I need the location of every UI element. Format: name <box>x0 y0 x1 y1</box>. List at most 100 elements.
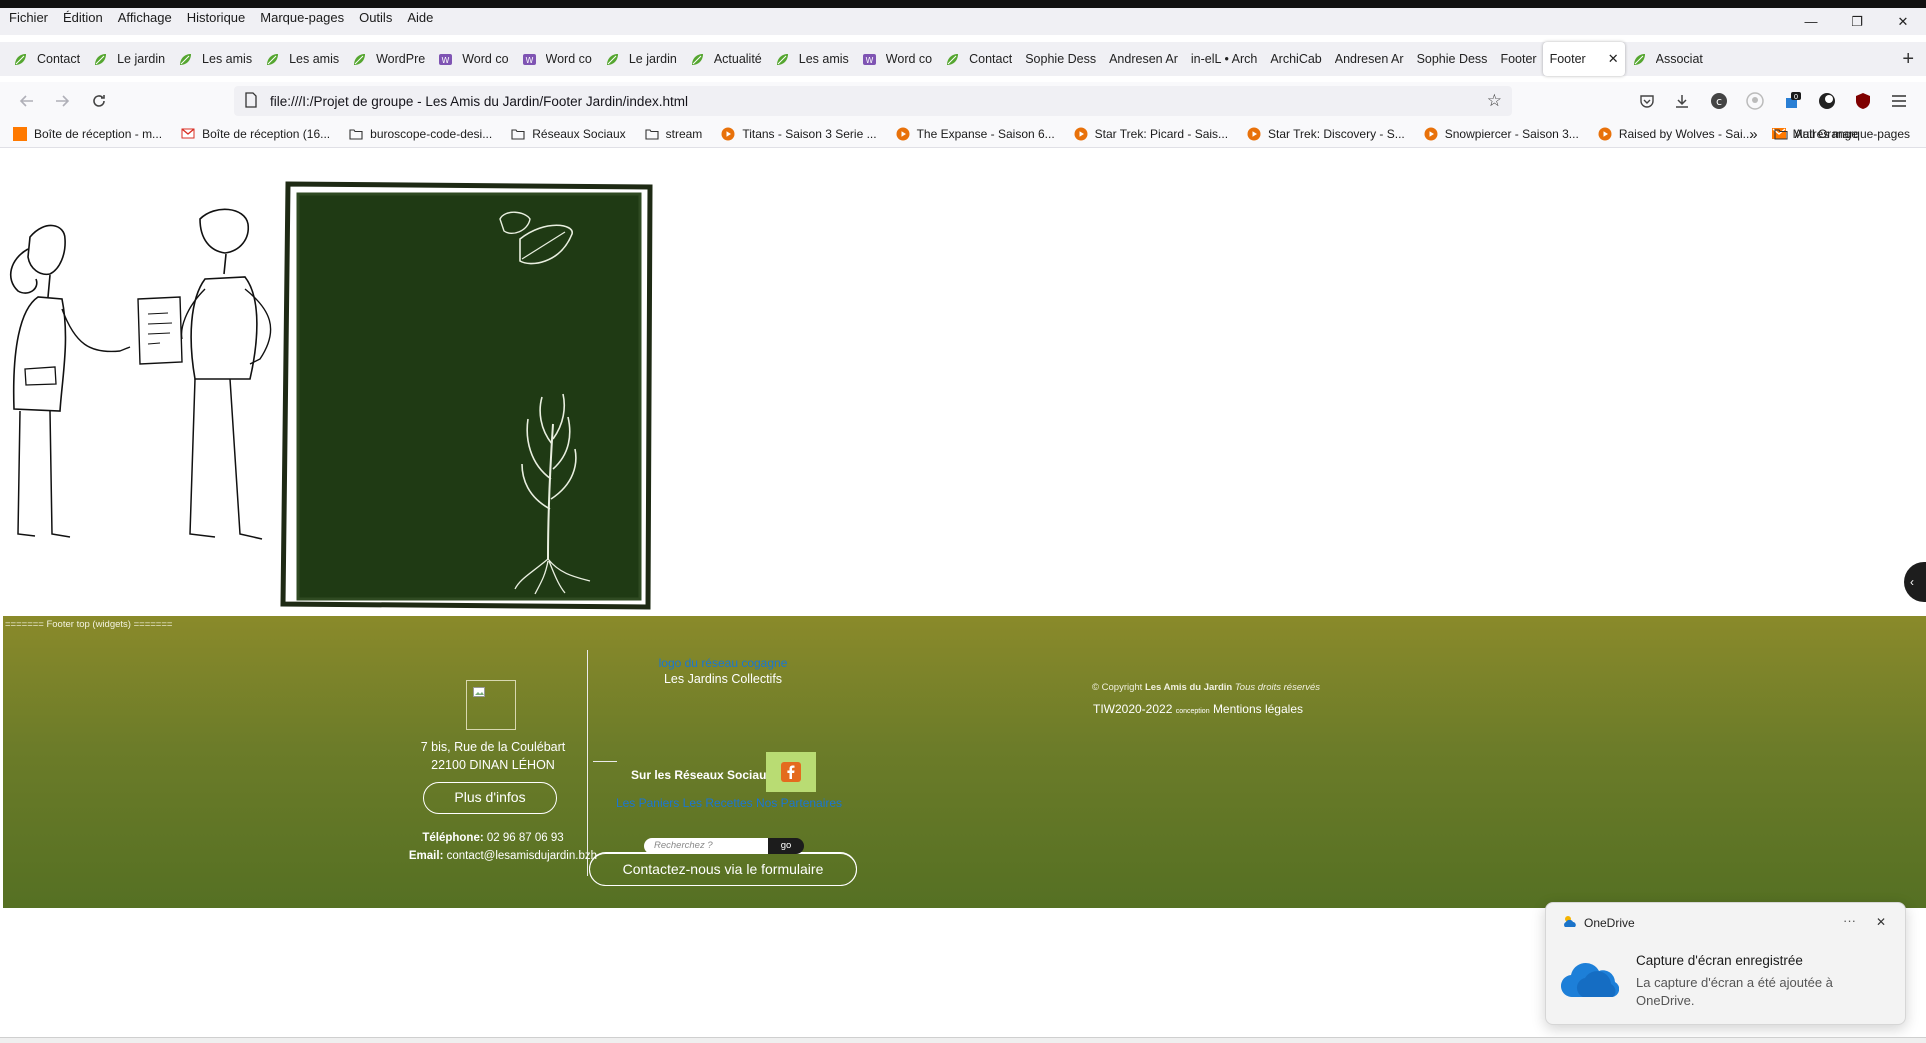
tab-16[interactable]: Andresen Ar <box>1328 42 1410 76</box>
leaf-icon <box>1632 52 1647 67</box>
bookmark-5[interactable]: Titans - Saison 3 Serie ... <box>708 127 882 141</box>
email-row: Email: contact@lesamisdujardin.bzh <box>387 850 597 862</box>
extension-c-icon[interactable]: c <box>1708 90 1730 112</box>
facebook-icon <box>781 762 801 782</box>
tab-8[interactable]: Actualité <box>683 42 768 76</box>
bookmark-8[interactable]: Star Trek: Discovery - S... <box>1234 127 1411 141</box>
tab-9[interactable]: Les amis <box>768 42 855 76</box>
tab-12[interactable]: Sophie Dess <box>1018 42 1102 76</box>
tab-20[interactable]: Associat <box>1625 42 1709 76</box>
network-logo-link[interactable]: logo du réseau cogagne <box>603 654 843 672</box>
tab-5[interactable]: W Word co <box>431 42 514 76</box>
contact-form-button[interactable]: Contactez-nous via le formulaire <box>589 853 857 886</box>
bookmark-star-icon[interactable]: ☆ <box>1487 91 1502 111</box>
menu-bar: Fichier Édition Affichage Historique Mar… <box>0 8 1926 35</box>
tab-15[interactable]: ArchiCab <box>1263 42 1327 76</box>
bookmark-9[interactable]: Snowpiercer - Saison 3... <box>1411 127 1585 141</box>
hamburger-menu-icon[interactable] <box>1888 90 1910 112</box>
footer-links-text[interactable]: Les Paniers Les Recettes Nos Partenaires <box>616 796 842 810</box>
bookmark-2[interactable]: buroscope-code-desi... <box>336 127 498 141</box>
bookmark-7[interactable]: Star Trek: Picard - Sais... <box>1061 127 1234 141</box>
back-arrow-icon[interactable] <box>16 90 38 112</box>
tab-10[interactable]: W Word co <box>855 42 938 76</box>
garden-illustration <box>9 181 653 610</box>
email-address[interactable]: contact@lesamisdujardin.bzh <box>447 850 597 862</box>
address-bar[interactable]: file:///I:/Projet de groupe - Les Amis d… <box>234 86 1512 116</box>
leaf-icon <box>265 52 280 67</box>
bookmarks-overflow-button[interactable]: » <box>1749 126 1757 143</box>
tab-close-icon[interactable]: ✕ <box>1608 51 1619 67</box>
menu-affichage[interactable]: Affichage <box>110 8 179 35</box>
search-input[interactable]: Recherchez ? <box>644 838 768 854</box>
extension-github-icon[interactable] <box>1744 90 1766 112</box>
bookmark-1[interactable]: Boîte de réception (16... <box>168 127 336 141</box>
extension-dark-icon[interactable] <box>1816 90 1838 112</box>
pocket-icon[interactable] <box>1636 90 1658 112</box>
tab-2[interactable]: Les amis <box>171 42 258 76</box>
network-logo-alt-text[interactable]: logo du réseau cogagne <box>659 656 788 670</box>
menu-historique[interactable]: Historique <box>179 8 253 35</box>
tab-7[interactable]: Le jardin <box>598 42 683 76</box>
tab-13[interactable]: Andresen Ar <box>1102 42 1184 76</box>
tab-1[interactable]: Le jardin <box>86 42 171 76</box>
extension-badge-icon[interactable]: 0 <box>1781 90 1803 112</box>
minimize-button[interactable]: — <box>1788 8 1834 35</box>
tab-3[interactable]: Les amis <box>258 42 345 76</box>
leaf-icon <box>690 52 705 67</box>
tab-6[interactable]: W Word co <box>515 42 598 76</box>
play-icon <box>721 127 735 141</box>
tab-17[interactable]: Sophie Dess <box>1410 42 1494 76</box>
toast-close-button[interactable]: ✕ <box>1876 915 1886 929</box>
bookmark-6[interactable]: The Expanse - Saison 6... <box>883 127 1061 141</box>
toast-more-button[interactable]: ··· <box>1843 913 1856 928</box>
tab-14[interactable]: in-elL • Arch <box>1184 42 1263 76</box>
footer-links[interactable]: Les Paniers Les Recettes Nos Partenaires <box>614 794 844 812</box>
tab-18[interactable]: Footer <box>1493 42 1542 76</box>
facebook-button[interactable] <box>766 752 816 792</box>
tab-0[interactable]: Contact <box>6 42 86 76</box>
menu-outils[interactable]: Outils <box>351 8 399 35</box>
onedrive-notification[interactable]: OneDrive ··· ✕ Capture d'écran enregistr… <box>1545 902 1906 1025</box>
downloads-icon[interactable] <box>1671 90 1693 112</box>
address-line-1: 7 bis, Rue de la Coulébart <box>420 740 566 754</box>
tab-label: Les amis <box>202 52 253 66</box>
leaf-icon <box>178 52 193 67</box>
menu-fichier[interactable]: Fichier <box>0 8 55 35</box>
legal-link[interactable]: Mentions légales <box>1213 702 1303 716</box>
leaf-icon <box>945 52 960 67</box>
bookmark-0[interactable]: Boîte de réception - m... <box>0 126 168 141</box>
forward-arrow-icon[interactable] <box>51 90 73 112</box>
bookmark-label: Boîte de réception - m... <box>34 126 163 141</box>
social-label: Sur les Réseaux Sociaux <box>631 768 774 782</box>
phone-row: Téléphone: 02 96 87 06 93 <box>383 832 603 844</box>
window-controls: — ❐ ✕ <box>1788 8 1926 35</box>
menu-edition[interactable]: Édition <box>55 8 110 35</box>
tab-4[interactable]: WordPre <box>345 42 431 76</box>
bookmark-3[interactable]: Réseaux Sociaux <box>498 127 631 141</box>
tab-19[interactable]: Footer ✕ <box>1542 42 1625 76</box>
close-window-button[interactable]: ✕ <box>1880 8 1926 35</box>
copyright-suffix: Tous droits réservés <box>1234 682 1321 693</box>
menu-aide[interactable]: Aide <box>399 8 440 35</box>
tab-bar: Contact Le jardin Les amis Les amis WordPre W… <box>0 42 1926 76</box>
phone-number[interactable]: 02 96 87 06 93 <box>487 832 564 844</box>
reload-icon[interactable] <box>88 90 110 112</box>
search-go-button[interactable]: go <box>768 838 804 854</box>
sidebar-toggle-handle[interactable]: ‹ <box>1904 562 1926 602</box>
menu-marque-pages[interactable]: Marque-pages <box>252 8 351 35</box>
tab-11[interactable]: Contact <box>938 42 1018 76</box>
address-line-2: 22100 DINAN LÉHON <box>431 758 555 772</box>
leaf-icon <box>352 52 367 67</box>
ublock-shield-icon[interactable] <box>1852 90 1874 112</box>
bookmark-10[interactable]: Raised by Wolves - Sai... <box>1585 127 1759 141</box>
tab-label: Sophie Dess <box>1025 52 1097 66</box>
onedrive-cloud-icon <box>1560 961 1620 1004</box>
copyright-brand: Les Amis du Jardin <box>1144 682 1233 693</box>
navigation-bar: file:///I:/Projet de groupe - Les Amis d… <box>0 82 1926 120</box>
bookmark-4[interactable]: stream <box>632 127 709 141</box>
other-bookmarks[interactable]: Autres marque-pages <box>1795 127 1910 141</box>
restore-button[interactable]: ❐ <box>1834 8 1880 35</box>
new-tab-button[interactable]: + <box>1902 42 1914 76</box>
more-info-button[interactable]: Plus d'infos <box>423 782 557 814</box>
tab-label: Associat <box>1655 52 1703 66</box>
